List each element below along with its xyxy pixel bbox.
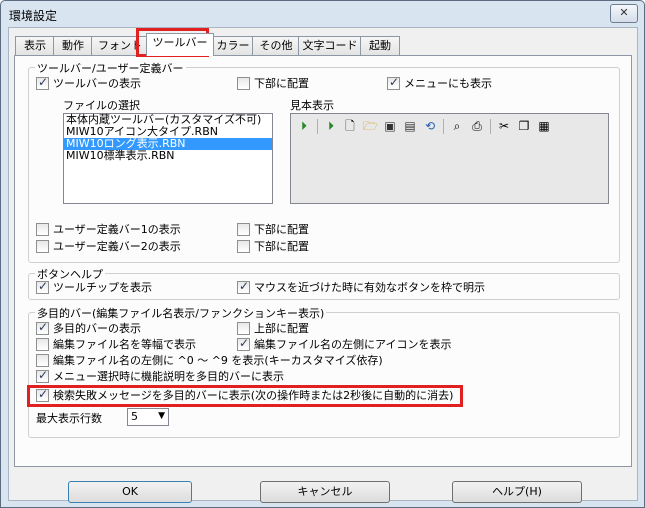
checkbox-box: ✓ <box>387 75 400 90</box>
save-icon: ▣ <box>384 119 396 133</box>
separator <box>317 119 318 134</box>
print-preview-icon: ⌕ <box>453 119 461 133</box>
close-button[interactable]: ✕ <box>610 4 638 23</box>
multi-bar-group: 多目的バー(編集ファイル名表示/ファンクションキー表示) ✓ 多目的バーの表示 … <box>28 305 620 438</box>
checkbox-box: ✓ <box>36 368 49 383</box>
menu-show-label: メニューにも表示 <box>404 77 492 90</box>
tooltip-label: ツールチップを表示 <box>53 281 152 294</box>
toolbar-bottom-label: 下部に配置 <box>254 77 309 90</box>
toolbar-group: ツールバー/ユーザー定義バー ✓ ツールバーの表示 下部に配置 ✓ メニューにも… <box>28 60 620 263</box>
chevron-down-icon: ▼ <box>158 411 165 421</box>
checkbox-box: ✓ <box>36 320 49 335</box>
paste-icon: ▦ <box>538 119 550 133</box>
checkbox-box: ✓ <box>237 279 250 294</box>
button-help-group: ボタンヘルプ ✓ ツールチップを表示 ✓ マウスを近づけた時に有効なボタンを枠で… <box>28 266 620 300</box>
tab-behavior[interactable]: 動作 <box>53 36 93 55</box>
checkbox-box <box>36 338 49 351</box>
file-select-label: ファイルの選択 <box>63 99 140 112</box>
play-icon: ⏵ <box>327 119 334 133</box>
new-file-icon: 🗋 <box>345 119 355 133</box>
checkbox-box <box>36 240 49 253</box>
icon-left-label: 編集ファイル名の左側にアイコンを表示 <box>254 338 452 351</box>
window-title: 環境設定 <box>9 9 58 23</box>
title-bar: 環境設定 ✕ <box>1 1 644 27</box>
user-bar2-bottom-label: 下部に配置 <box>254 240 309 253</box>
multi-bar-group-label: 多目的バー(編集ファイル名表示/ファンクションキー表示) <box>35 305 327 321</box>
user-bar2-label: ユーザー定義バー2の表示 <box>53 240 181 253</box>
show-multi-bar-label: 多目的バーの表示 <box>53 322 141 335</box>
file-listbox[interactable]: 本体内蔵ツールバー(カスタマイズ不可) MIW10アイコン大タイプ.RBN MI… <box>63 113 273 204</box>
run-icon: ⏵ <box>300 119 307 133</box>
checkbox-box: ✓ <box>36 279 49 294</box>
cancel-button[interactable]: キャンセル <box>260 481 390 503</box>
preview-label: 見本表示 <box>290 99 334 112</box>
tab-display[interactable]: 表示 <box>15 36 55 55</box>
toolbar-group-label: ツールバー/ユーザー定義バー <box>35 60 186 76</box>
mouse-hover-label: マウスを近づけた時に有効なボタンを枠で明示 <box>254 281 485 294</box>
cut-icon: ✂ <box>498 119 510 133</box>
save-all-icon: ▤ <box>404 119 416 133</box>
print-icon: ⎙ <box>472 119 482 133</box>
list-item[interactable]: MIW10標準表示.RBN <box>64 150 272 162</box>
settings-dialog: 環境設定 ✕ 表示 動作 フォント ツールバー カラー その他 文字コード 起動… <box>0 0 645 508</box>
tab-charcode[interactable]: 文字コード <box>298 36 362 55</box>
help-button[interactable]: ヘルプ(H) <box>452 481 582 503</box>
max-lines-combo[interactable]: 5 ▼ <box>127 408 169 426</box>
checkbox-box <box>36 223 49 236</box>
checkbox-box: ✓ <box>237 336 250 351</box>
separator <box>490 119 491 134</box>
checkbox-box <box>237 322 250 335</box>
tab-other[interactable]: その他 <box>252 36 300 55</box>
tab-toolbar[interactable]: ツールバー <box>146 33 214 56</box>
open-folder-icon: 🗁 <box>363 119 378 133</box>
search-fail-highlight <box>27 385 463 407</box>
max-lines-value: 5 <box>131 410 138 423</box>
checkbox-box <box>36 354 49 367</box>
toolbar-preview: ⏵ ⏵ 🗋 🗁 ▣ ▤ ⟲ ⌕ ⎙ ✂ ❐ ▦ <box>290 113 609 204</box>
checkbox-box <box>237 223 250 236</box>
shortcut-number-label: 編集ファイル名の左側に ^0 ～ ^9 を表示(キーカスタマイズ依存) <box>53 354 383 367</box>
multi-bar-top-label: 上部に配置 <box>254 322 309 335</box>
ok-button[interactable]: OK <box>68 481 192 503</box>
tab-color[interactable]: カラー <box>212 36 254 55</box>
max-lines-label: 最大表示行数 <box>36 412 102 425</box>
show-toolbar-label: ツールバーの表示 <box>53 77 141 90</box>
user-bar1-bottom-label: 下部に配置 <box>254 223 309 236</box>
checkbox-box: ✓ <box>36 75 49 90</box>
separator <box>443 119 444 134</box>
dialog-body: 表示 動作 フォント ツールバー カラー その他 文字コード 起動 ツールバー/… <box>8 27 638 503</box>
copy-icon: ❐ <box>518 119 530 133</box>
browser-icon: ⟲ <box>424 119 436 133</box>
menu-desc-label: メニュー選択時に機能説明を多目的バーに表示 <box>53 370 284 383</box>
user-bar1-label: ユーザー定義バー1の表示 <box>53 223 181 236</box>
equal-width-label: 編集ファイル名を等幅で表示 <box>53 338 196 351</box>
checkbox-box <box>237 77 250 90</box>
tab-startup[interactable]: 起動 <box>360 36 400 55</box>
preview-toolbar: ⏵ ⏵ 🗋 🗁 ▣ ▤ ⟲ ⌕ ⎙ ✂ ❐ ▦ <box>293 117 603 137</box>
checkbox-box <box>237 240 250 253</box>
